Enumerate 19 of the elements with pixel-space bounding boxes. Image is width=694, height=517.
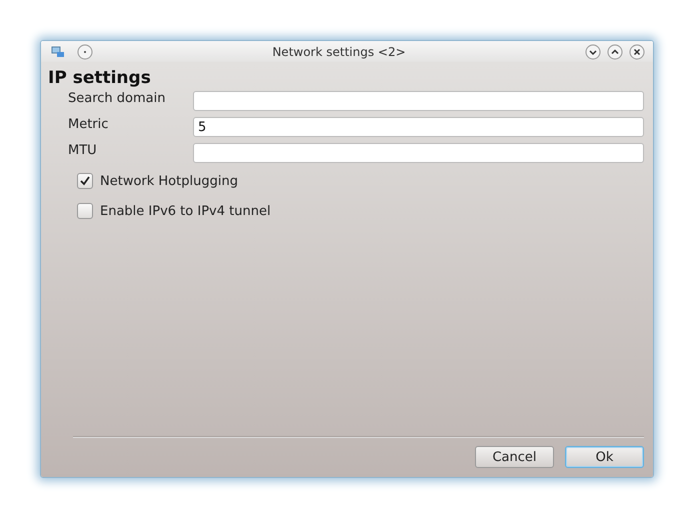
maximize-button[interactable]	[607, 44, 623, 60]
checkbox[interactable]	[77, 173, 93, 189]
checkbox[interactable]	[77, 203, 93, 219]
checkbox-label: Enable IPv6 to IPv4 tunnel	[100, 204, 271, 218]
input-field[interactable]	[193, 91, 644, 111]
window-title: Network settings <2>	[271, 44, 407, 58]
section-heading: IP settings	[48, 68, 152, 88]
computer-icon	[51, 44, 65, 58]
field-label: MTU	[68, 143, 98, 159]
ok-button[interactable]: Ok	[565, 446, 644, 468]
minimize-button[interactable]	[585, 44, 601, 60]
close-button[interactable]	[629, 44, 645, 60]
checkbox-label: Network Hotplugging	[100, 174, 238, 188]
input-field[interactable]: 5	[193, 117, 644, 137]
field-label: Metric	[68, 117, 110, 133]
input-field[interactable]	[193, 143, 644, 163]
cancel-button[interactable]: Cancel	[475, 446, 554, 468]
pin-button[interactable]	[77, 44, 93, 60]
field-label: Search domain	[68, 91, 166, 107]
